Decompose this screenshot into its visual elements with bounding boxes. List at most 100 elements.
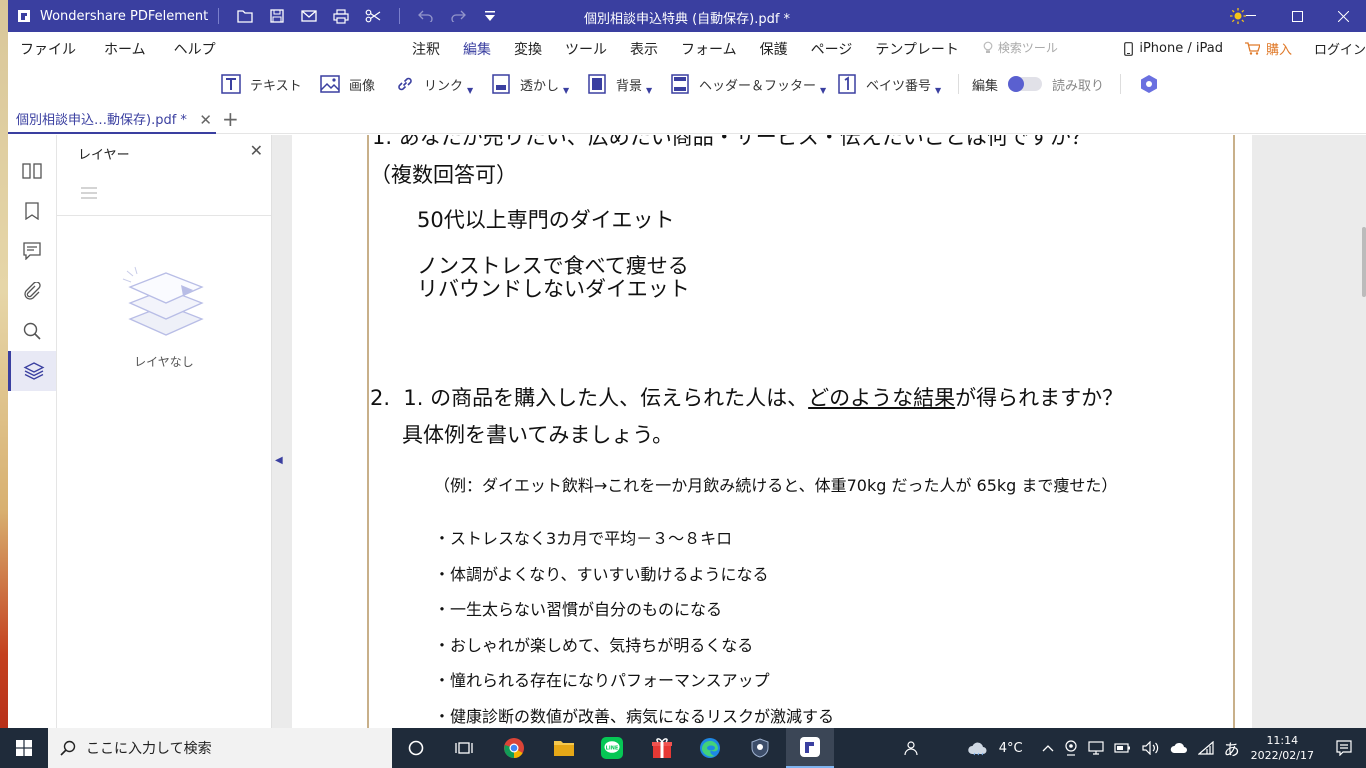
- cortana-icon[interactable]: [392, 728, 440, 768]
- layers-icon[interactable]: [8, 351, 56, 391]
- search-icon[interactable]: [8, 311, 56, 351]
- tab-page[interactable]: ページ: [811, 39, 853, 59]
- background-button[interactable]: 背景 ▼: [586, 72, 652, 96]
- system-tray: 4°C あ 11:14 2022/02/17: [897, 728, 1366, 768]
- menu-home[interactable]: ホーム: [104, 39, 146, 59]
- clock[interactable]: 11:14 2022/02/17: [1251, 733, 1314, 763]
- close-window-button[interactable]: [1320, 0, 1366, 32]
- vertical-scrollbar[interactable]: [1362, 227, 1366, 297]
- tab-tools[interactable]: ツール: [565, 39, 607, 59]
- buy-button[interactable]: 購入: [1244, 39, 1292, 58]
- edit-read-mode-switch[interactable]: 編集 読み取り: [972, 72, 1104, 96]
- maximize-button[interactable]: [1274, 0, 1320, 32]
- login-button[interactable]: ログイン: [1314, 39, 1366, 58]
- watermark-icon: [490, 73, 512, 95]
- new-tab-icon[interactable]: +: [222, 107, 239, 131]
- display-settings-icon[interactable]: [1087, 741, 1104, 755]
- edge-icon[interactable]: [686, 728, 734, 768]
- clock-time: 11:14: [1266, 734, 1299, 747]
- desktop-background: [0, 0, 8, 728]
- menu-file[interactable]: ファイル: [20, 39, 76, 59]
- webcam-icon[interactable]: [1064, 740, 1078, 756]
- header-footer-button[interactable]: ヘッダー＆フッター ▼: [669, 72, 826, 96]
- background-label: 背景: [616, 78, 643, 94]
- comment-icon[interactable]: [8, 231, 56, 271]
- collapse-panel-arrow-icon[interactable]: ◀: [275, 455, 283, 466]
- undo-icon[interactable]: [410, 0, 442, 32]
- add-image-button[interactable]: 画像: [319, 72, 375, 96]
- menu-help[interactable]: ヘルプ: [174, 39, 216, 59]
- tab-protect[interactable]: 保護: [760, 39, 788, 59]
- edit-mode-label: 編集: [972, 78, 999, 94]
- pdf-page[interactable]: 1. あなたが売りたい、広めたい商品・サービス・伝えたいことは何ですか？ （複数…: [292, 135, 1252, 728]
- close-panel-icon[interactable]: ✕: [250, 141, 263, 160]
- add-image-label: 画像: [349, 78, 376, 94]
- bates-number-icon: [836, 73, 858, 95]
- notification-center-icon[interactable]: [1322, 728, 1366, 768]
- mail-icon[interactable]: [293, 0, 325, 32]
- answer-line: リバウンドしないダイエット: [417, 277, 690, 301]
- scissors-icon[interactable]: [357, 0, 389, 32]
- document-viewport[interactable]: ◀ 1. あなたが売りたい、広めたい商品・サービス・伝えたいことは何ですか？ （…: [272, 135, 1366, 728]
- header-footer-dropdown-icon[interactable]: ▼: [820, 86, 826, 95]
- redo-icon[interactable]: [442, 0, 474, 32]
- example-text: （例：ダイエット飲料→これを一か月飲み続けると、体重70kg だった人が 65k…: [434, 476, 1118, 495]
- left-icon-rail: [8, 135, 57, 728]
- watermark-dropdown-icon[interactable]: ▼: [563, 86, 569, 95]
- chrome-icon[interactable]: [490, 728, 538, 768]
- file-explorer-icon[interactable]: [540, 728, 588, 768]
- iphone-ipad-link[interactable]: iPhone / iPad: [1124, 41, 1223, 56]
- attachment-icon[interactable]: [8, 271, 56, 311]
- watermark-button[interactable]: 透かし ▼: [490, 72, 569, 96]
- wifi-icon[interactable]: [1197, 741, 1214, 755]
- hamburger-menu-icon[interactable]: [81, 187, 97, 203]
- question-1-note: （複数回答可）: [370, 163, 517, 187]
- add-text-label: テキスト: [250, 78, 302, 94]
- battery-icon[interactable]: [1113, 742, 1132, 754]
- weather-icon[interactable]: [967, 740, 989, 756]
- search-tools[interactable]: 検索ツール: [982, 39, 1081, 59]
- question-2-pre: の商品を購入した人、伝えられた人は、: [430, 386, 809, 410]
- thumbnails-icon[interactable]: [8, 151, 56, 191]
- background-dropdown-icon[interactable]: ▼: [646, 86, 652, 95]
- show-hidden-icons-chevron-icon[interactable]: [1042, 744, 1054, 752]
- ime-indicator[interactable]: あ: [1224, 736, 1240, 760]
- bates-number-button[interactable]: ベイツ番号 ▼: [836, 72, 941, 96]
- volume-icon[interactable]: [1141, 741, 1160, 755]
- customize-dropdown-icon[interactable]: [474, 0, 506, 32]
- document-tab[interactable]: 個別相談申込…動保存).pdf * ✕: [8, 104, 216, 134]
- minimize-button[interactable]: [1228, 0, 1274, 32]
- start-button[interactable]: [0, 728, 48, 768]
- tab-view[interactable]: 表示: [630, 39, 658, 59]
- add-text-button[interactable]: テキスト: [220, 72, 302, 96]
- link-dropdown-icon[interactable]: ▼: [467, 86, 473, 95]
- bullet-item: ・一生太らない習慣が自分のものになる: [434, 600, 723, 619]
- tab-convert[interactable]: 変換: [514, 39, 542, 59]
- taskbar-search-input[interactable]: ここに入力して検索: [48, 728, 392, 768]
- tab-form[interactable]: フォーム: [681, 39, 737, 59]
- line-app-icon[interactable]: LINE: [588, 728, 636, 768]
- mode-toggle[interactable]: [1008, 76, 1043, 92]
- tab-template[interactable]: テンプレート: [875, 39, 959, 59]
- bookmark-icon[interactable]: [8, 191, 56, 231]
- gift-app-icon[interactable]: [638, 728, 686, 768]
- weather-temperature[interactable]: 4°C: [999, 741, 1023, 756]
- divider: [958, 74, 959, 94]
- people-icon[interactable]: [902, 740, 918, 756]
- save-icon[interactable]: [261, 0, 293, 32]
- open-folder-icon[interactable]: [229, 0, 261, 32]
- tab-edit[interactable]: 編集: [461, 39, 493, 66]
- onedrive-cloud-icon[interactable]: [1170, 742, 1188, 754]
- header-footer-label: ヘッダー＆フッター: [699, 78, 817, 94]
- app-shield-icon[interactable]: [736, 728, 784, 768]
- panel-title: レイヤー: [78, 148, 130, 163]
- bates-dropdown-icon[interactable]: ▼: [935, 86, 941, 95]
- pdfelement-taskbar-icon[interactable]: [786, 728, 834, 768]
- text-tool-icon: [220, 73, 242, 95]
- ocr-settings-button[interactable]: [1138, 72, 1168, 96]
- close-tab-icon[interactable]: ✕: [199, 111, 212, 129]
- print-icon[interactable]: [325, 0, 357, 32]
- tab-annotate[interactable]: 注釈: [412, 39, 440, 59]
- task-view-icon[interactable]: [440, 728, 488, 768]
- link-button[interactable]: リンク ▼: [394, 72, 473, 96]
